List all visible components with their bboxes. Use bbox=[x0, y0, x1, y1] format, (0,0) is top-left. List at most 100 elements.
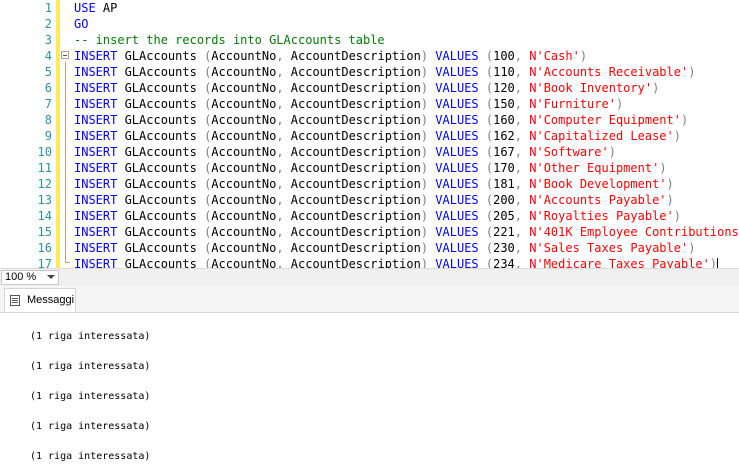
code-token: N'Book Development' bbox=[522, 177, 667, 191]
code-line[interactable]: 13 INSERT GLAccounts (AccountNo, AccountD… bbox=[0, 192, 739, 208]
code-token: INSERT bbox=[74, 113, 118, 127]
code-line[interactable]: 15 INSERT GLAccounts (AccountNo, AccountD… bbox=[0, 224, 739, 240]
code-line[interactable]: 4 INSERT GLAccounts (AccountNo, AccountDe… bbox=[0, 48, 739, 64]
code-line[interactable]: 9 INSERT GLAccounts (AccountNo, AccountDe… bbox=[0, 128, 739, 144]
query-editor[interactable]: 1 USE AP 2 GO 3 -- insert the records into GL… bbox=[0, 0, 739, 268]
code-token: , bbox=[276, 241, 284, 255]
code-text: GO bbox=[74, 16, 88, 32]
code-token: VALUES bbox=[428, 225, 486, 239]
code-token: GLAccounts bbox=[117, 129, 205, 143]
code-line[interactable]: 1 USE AP bbox=[0, 0, 739, 16]
code-text: INSERT GLAccounts (AccountNo, AccountDes… bbox=[74, 208, 681, 224]
code-line[interactable]: 7 INSERT GLAccounts (AccountNo, AccountDe… bbox=[0, 96, 739, 112]
code-token: VALUES bbox=[428, 193, 486, 207]
code-token: N'Sales Taxes Payable' bbox=[522, 241, 689, 255]
code-token: N'Accounts Payable' bbox=[522, 193, 667, 207]
code-text: INSERT GLAccounts (AccountNo, AccountDes… bbox=[74, 256, 719, 268]
code-line[interactable]: 6 INSERT GLAccounts (AccountNo, AccountDe… bbox=[0, 80, 739, 96]
code-token: VALUES bbox=[428, 65, 486, 79]
code-token: AccountNo bbox=[211, 257, 277, 268]
code-line[interactable]: 11 INSERT GLAccounts (AccountNo, AccountD… bbox=[0, 160, 739, 176]
code-token: 230 bbox=[493, 241, 515, 255]
code-token: 100 bbox=[493, 49, 515, 63]
code-line[interactable]: 17 INSERT GLAccounts (AccountNo, AccountD… bbox=[0, 256, 739, 268]
code-token: INSERT bbox=[74, 81, 118, 95]
code-token: ) bbox=[688, 241, 696, 255]
code-token: INSERT bbox=[74, 161, 118, 175]
code-token: ) bbox=[420, 225, 429, 239]
chevron-down-icon[interactable] bbox=[47, 275, 55, 279]
code-token: VALUES bbox=[428, 97, 486, 111]
code-token: VALUES bbox=[428, 113, 486, 127]
code-token: GLAccounts bbox=[117, 177, 205, 191]
code-line[interactable]: 14 INSERT GLAccounts (AccountNo, AccountD… bbox=[0, 208, 739, 224]
line-number: 16 bbox=[37, 241, 52, 255]
code-text: USE AP bbox=[74, 0, 117, 16]
code-token: INSERT bbox=[74, 177, 118, 191]
code-token: VALUES bbox=[428, 161, 486, 175]
code-token: INSERT bbox=[74, 65, 118, 79]
code-token: ) bbox=[420, 161, 429, 175]
message-line: (1 riga interessata) bbox=[30, 421, 151, 432]
code-line[interactable]: 2 GO bbox=[0, 16, 739, 32]
code-token: AccountNo bbox=[211, 145, 277, 159]
code-token: ) bbox=[659, 161, 667, 175]
messages-pane[interactable]: (1 riga interessata) (1 riga interessata… bbox=[0, 313, 739, 474]
code-text: INSERT GLAccounts (AccountNo, AccountDes… bbox=[74, 128, 681, 144]
message-line: (1 riga interessata) bbox=[30, 451, 151, 462]
code-token: ) bbox=[420, 257, 429, 268]
code-token: VALUES bbox=[428, 241, 486, 255]
code-token: , bbox=[514, 97, 523, 111]
code-token: ) bbox=[420, 65, 429, 79]
code-token: , bbox=[276, 113, 284, 127]
code-token: ) bbox=[420, 193, 429, 207]
code-token: AccountNo bbox=[211, 129, 277, 143]
code-token: INSERT bbox=[74, 209, 118, 223]
code-token: GLAccounts bbox=[117, 225, 205, 239]
code-token: AccountNo bbox=[211, 193, 277, 207]
code-token: AccountDescription bbox=[283, 225, 421, 239]
code-token: , bbox=[514, 161, 523, 175]
code-token: 150 bbox=[493, 97, 515, 111]
code-token: 110 bbox=[493, 65, 515, 79]
line-number: 10 bbox=[37, 145, 52, 159]
code-token: ) bbox=[688, 65, 696, 79]
code-token: VALUES bbox=[428, 145, 486, 159]
code-token: , bbox=[276, 257, 284, 268]
messages-icon bbox=[10, 295, 20, 306]
code-line[interactable]: 8 INSERT GLAccounts (AccountNo, AccountDe… bbox=[0, 112, 739, 128]
code-token: INSERT bbox=[74, 49, 118, 63]
tab-messages[interactable]: Messaggi bbox=[4, 288, 76, 312]
code-line[interactable]: 12 INSERT GLAccounts (AccountNo, AccountD… bbox=[0, 176, 739, 192]
code-token: , bbox=[276, 193, 284, 207]
code-line[interactable]: 3 -- insert the records into GLAccounts t… bbox=[0, 32, 739, 48]
code-token: AP bbox=[95, 1, 118, 15]
code-token: ) bbox=[420, 177, 429, 191]
code-token: N'Cash' bbox=[522, 49, 580, 63]
code-line[interactable]: 5 INSERT GLAccounts (AccountNo, AccountDe… bbox=[0, 64, 739, 80]
line-number: 3 bbox=[44, 33, 52, 47]
zoom-value: 100 % bbox=[5, 271, 37, 283]
code-token: AccountDescription bbox=[283, 177, 421, 191]
code-token: AccountNo bbox=[211, 81, 277, 95]
line-number: 8 bbox=[44, 113, 52, 127]
line-number: 12 bbox=[37, 177, 52, 191]
code-token: AccountDescription bbox=[283, 65, 421, 79]
message-line: (1 riga interessata) bbox=[30, 331, 151, 342]
code-line[interactable]: 10 INSERT GLAccounts (AccountNo, AccountD… bbox=[0, 144, 739, 160]
code-token: N'Royalties Payable' bbox=[522, 209, 674, 223]
code-text: INSERT GLAccounts (AccountNo, AccountDes… bbox=[74, 144, 616, 160]
code-token: 120 bbox=[493, 81, 515, 95]
line-number: 7 bbox=[44, 97, 52, 111]
line-number: 1 bbox=[44, 1, 52, 15]
code-line[interactable]: 16 INSERT GLAccounts (AccountNo, AccountD… bbox=[0, 240, 739, 256]
code-token: ) bbox=[420, 129, 429, 143]
code-token: ) bbox=[608, 145, 616, 159]
code-token: AccountDescription bbox=[283, 161, 421, 175]
zoom-select[interactable]: 100 % bbox=[1, 270, 59, 285]
code-token: , bbox=[276, 81, 284, 95]
code-token: , bbox=[514, 65, 523, 79]
code-token: , bbox=[514, 129, 523, 143]
line-number: 9 bbox=[44, 129, 52, 143]
code-token: , bbox=[514, 257, 523, 268]
